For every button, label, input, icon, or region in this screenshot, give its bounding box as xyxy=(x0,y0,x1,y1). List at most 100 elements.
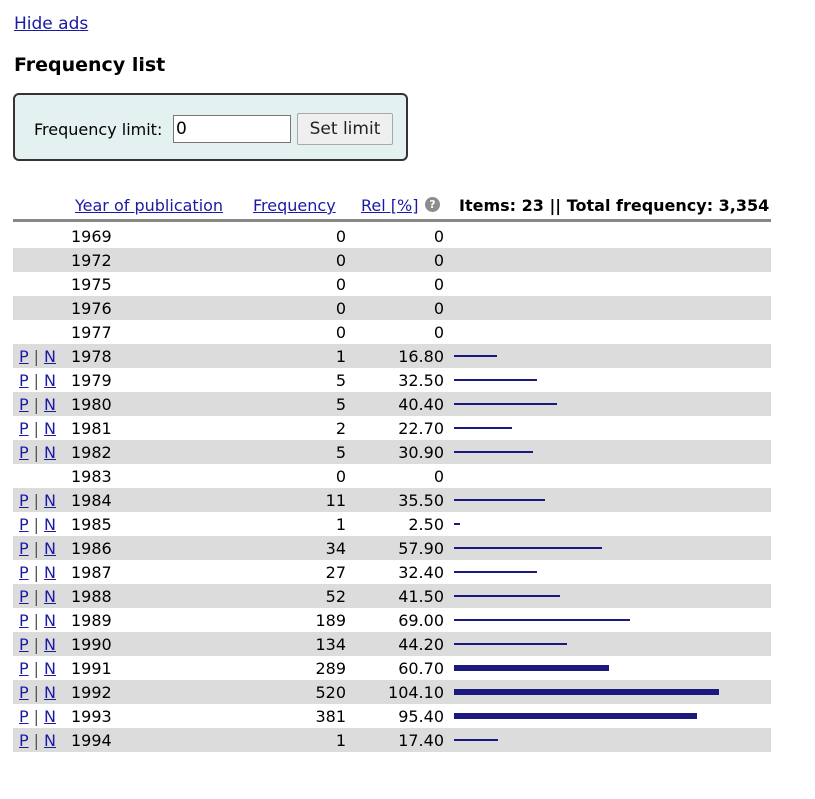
positive-filter-link[interactable]: P xyxy=(19,587,29,606)
link-separator: | xyxy=(33,587,40,606)
negative-filter-link[interactable]: N xyxy=(44,515,56,534)
year-cell: 1988 xyxy=(71,587,112,606)
negative-filter-link[interactable]: N xyxy=(44,443,56,462)
frequency-cell: 1 xyxy=(335,731,346,750)
table-row: 1976 0 0 xyxy=(13,296,771,320)
positive-filter-link[interactable]: P xyxy=(19,683,29,702)
link-separator: | xyxy=(33,635,40,654)
rel-cell: 0 xyxy=(433,323,444,342)
table-row: P | N 1994 1 17.40 xyxy=(13,728,771,752)
rel-cell: 0 xyxy=(433,299,444,318)
rel-bar xyxy=(454,595,560,597)
rel-cell: 0 xyxy=(433,275,444,294)
sort-by-frequency-link[interactable]: Frequency xyxy=(253,196,336,215)
year-cell: 1978 xyxy=(71,347,112,366)
year-cell: 1972 xyxy=(71,251,112,270)
table-row: P | N 1990 134 44.20 xyxy=(13,632,771,656)
frequency-cell: 520 xyxy=(315,683,346,702)
year-cell: 1980 xyxy=(71,395,112,414)
negative-filter-link[interactable]: N xyxy=(44,707,56,726)
rel-cell: 40.40 xyxy=(398,395,444,414)
year-cell: 1969 xyxy=(71,227,112,246)
positive-filter-link[interactable]: P xyxy=(19,443,29,462)
negative-filter-link[interactable]: N xyxy=(44,659,56,678)
positive-filter-link[interactable]: P xyxy=(19,731,29,750)
row-links: P | N xyxy=(19,419,56,438)
negative-filter-link[interactable]: N xyxy=(44,611,56,630)
rel-bar xyxy=(454,739,498,741)
positive-filter-link[interactable]: P xyxy=(19,515,29,534)
row-links: P | N xyxy=(19,371,56,390)
rel-bar xyxy=(454,499,545,501)
positive-filter-link[interactable]: P xyxy=(19,635,29,654)
row-links: P | N xyxy=(19,635,56,654)
positive-filter-link[interactable]: P xyxy=(19,539,29,558)
negative-filter-link[interactable]: N xyxy=(44,563,56,582)
frequency-cell: 134 xyxy=(315,635,346,654)
row-links: P | N xyxy=(19,347,56,366)
positive-filter-link[interactable]: P xyxy=(19,659,29,678)
positive-filter-link[interactable]: P xyxy=(19,419,29,438)
rel-cell: 44.20 xyxy=(398,635,444,654)
row-links: P | N xyxy=(19,395,56,414)
table-row: P | N 1979 5 32.50 xyxy=(13,368,771,392)
link-separator: | xyxy=(33,731,40,750)
year-cell: 1982 xyxy=(71,443,112,462)
frequency-cell: 0 xyxy=(335,299,346,318)
rel-bar xyxy=(454,379,537,381)
link-separator: | xyxy=(33,659,40,678)
positive-filter-link[interactable]: P xyxy=(19,611,29,630)
positive-filter-link[interactable]: P xyxy=(19,347,29,366)
negative-filter-link[interactable]: N xyxy=(44,731,56,750)
table-row: P | N 1980 5 40.40 xyxy=(13,392,771,416)
table-row: P | N 1988 52 41.50 xyxy=(13,584,771,608)
rel-bar xyxy=(454,355,497,357)
rel-cell: 30.90 xyxy=(398,443,444,462)
year-cell: 1991 xyxy=(71,659,112,678)
frequency-cell: 0 xyxy=(335,467,346,486)
year-cell: 1986 xyxy=(71,539,112,558)
rel-cell: 0 xyxy=(433,227,444,246)
hide-ads-link[interactable]: Hide ads xyxy=(14,14,88,34)
page-title: Frequency list xyxy=(14,54,166,76)
positive-filter-link[interactable]: P xyxy=(19,707,29,726)
sort-by-rel-link[interactable]: Rel [%] xyxy=(361,196,418,215)
negative-filter-link[interactable]: N xyxy=(44,491,56,510)
positive-filter-link[interactable]: P xyxy=(19,491,29,510)
positive-filter-link[interactable]: P xyxy=(19,371,29,390)
positive-filter-link[interactable]: P xyxy=(19,563,29,582)
rel-bar xyxy=(454,665,609,671)
negative-filter-link[interactable]: N xyxy=(44,683,56,702)
negative-filter-link[interactable]: N xyxy=(44,419,56,438)
frequency-limit-form: Frequency limit: Set limit xyxy=(13,93,408,161)
negative-filter-link[interactable]: N xyxy=(44,587,56,606)
frequency-cell: 11 xyxy=(325,491,346,510)
table-row: P | N 1986 34 57.90 xyxy=(13,536,771,560)
link-separator: | xyxy=(33,395,40,414)
frequency-cell: 189 xyxy=(315,611,346,630)
frequency-cell: 0 xyxy=(335,323,346,342)
positive-filter-link[interactable]: P xyxy=(19,395,29,414)
rel-cell: 2.50 xyxy=(408,515,444,534)
frequency-limit-input[interactable] xyxy=(173,115,291,143)
row-links: P | N xyxy=(19,491,56,510)
year-cell: 1985 xyxy=(71,515,112,534)
help-icon[interactable]: ? xyxy=(425,197,440,212)
rel-cell: 32.50 xyxy=(398,371,444,390)
frequency-cell: 1 xyxy=(335,347,346,366)
link-separator: | xyxy=(33,347,40,366)
table-row: P | N 1993 381 95.40 xyxy=(13,704,771,728)
frequency-cell: 381 xyxy=(315,707,346,726)
negative-filter-link[interactable]: N xyxy=(44,635,56,654)
negative-filter-link[interactable]: N xyxy=(44,347,56,366)
set-limit-button[interactable]: Set limit xyxy=(297,113,393,145)
negative-filter-link[interactable]: N xyxy=(44,371,56,390)
negative-filter-link[interactable]: N xyxy=(44,395,56,414)
frequency-cell: 5 xyxy=(335,443,346,462)
sort-by-year-link[interactable]: Year of publication xyxy=(75,196,223,215)
frequency-cell: 0 xyxy=(335,251,346,270)
negative-filter-link[interactable]: N xyxy=(44,539,56,558)
table-row: P | N 1978 1 16.80 xyxy=(13,344,771,368)
frequency-cell: 5 xyxy=(335,395,346,414)
rel-bar xyxy=(454,451,533,453)
